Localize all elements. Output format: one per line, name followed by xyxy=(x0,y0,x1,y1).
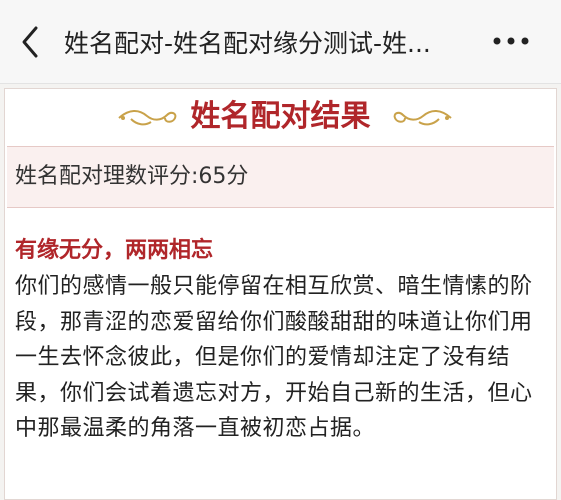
more-dots-icon[interactable] xyxy=(488,26,534,56)
page-title: 姓名配对-姓名配对缘分测试-姓... xyxy=(64,29,431,58)
score-box: 姓名配对理数评分:65分 xyxy=(7,146,554,208)
result-header: 姓名配对结果 xyxy=(5,89,556,145)
back-chevron-icon[interactable] xyxy=(14,22,48,62)
right-ornament-icon xyxy=(393,110,452,126)
score-text: 姓名配对理数评分:65分 xyxy=(15,164,249,189)
top-navigation-bar: 姓名配对-姓名配对缘分测试-姓... xyxy=(0,0,561,84)
result-subtitle: 有缘无分，两两相忘 xyxy=(15,238,214,263)
result-heading: 姓名配对结果 xyxy=(190,99,371,134)
result-card: 姓名配对结果 姓名配对理数评分:65分 有缘无分，两两相忘 你们的感情一般只能停… xyxy=(4,88,557,500)
result-description: 你们的感情一般只能停留在相互欣赏、暗生情愫的阶段，那青涩的恋爱留给你们酸酸甜甜的… xyxy=(15,274,533,441)
